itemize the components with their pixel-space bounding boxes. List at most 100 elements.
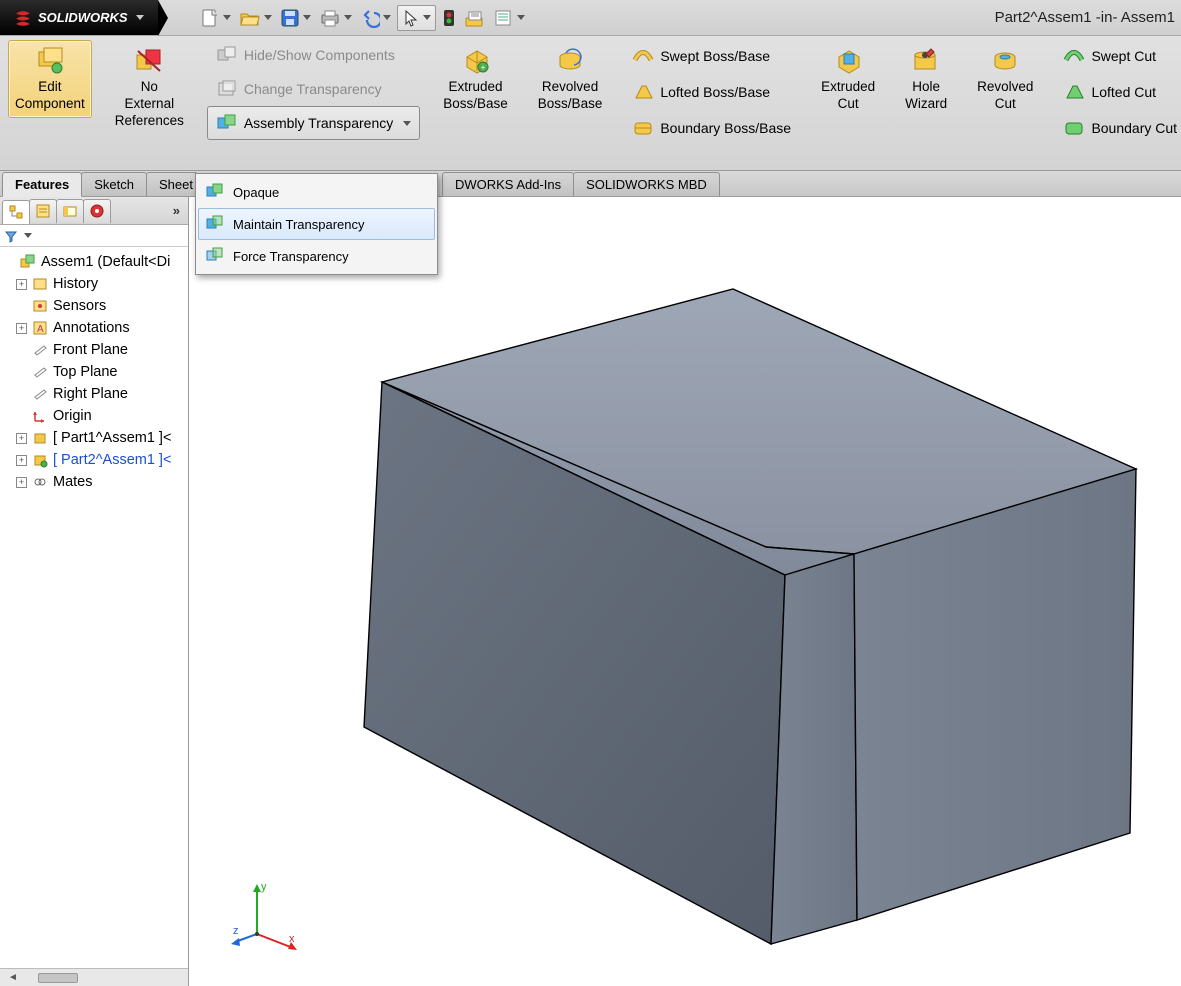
assembly-transparency-menu: Opaque Maintain Transparency Force Trans… [195, 173, 438, 275]
revolved-boss-icon [554, 45, 586, 77]
ribbon-group-boss-extra: Swept Boss/Base Lofted Boss/Base Boundar… [617, 36, 806, 170]
hide-show-icon [216, 44, 238, 66]
swept-boss-button[interactable]: Swept Boss/Base [625, 38, 777, 74]
menu-maintain-label: Maintain Transparency [233, 217, 365, 232]
boundary-cut-button[interactable]: Boundary Cut [1056, 110, 1181, 146]
swept-boss-label: Swept Boss/Base [660, 48, 770, 64]
swept-cut-button[interactable]: Swept Cut [1056, 38, 1163, 74]
tree-annotations[interactable]: + A Annotations [2, 317, 186, 339]
tree-root[interactable]: Assem1 (Default<Di [2, 251, 186, 273]
fm-tab-property[interactable] [29, 199, 57, 223]
annotations-icon: A [31, 319, 49, 337]
no-external-refs-label: No External References [115, 79, 184, 130]
tab-sheet-metal[interactable]: Sheet [146, 172, 198, 196]
svg-text:A: A [37, 324, 44, 335]
tab-features[interactable]: Features [2, 172, 82, 197]
tree-sensors[interactable]: Sensors [2, 295, 186, 317]
select-tool-button[interactable] [397, 5, 436, 31]
print-button[interactable] [317, 6, 354, 30]
revolved-boss-button[interactable]: Revolved Boss/Base [531, 40, 610, 118]
triad-y-label: y [261, 881, 267, 893]
extruded-cut-button[interactable]: Extruded Cut [814, 40, 882, 118]
extruded-boss-button[interactable]: + Extruded Boss/Base [436, 40, 515, 118]
tab-sketch[interactable]: Sketch [81, 172, 147, 196]
assembly-transparency-icon [216, 112, 238, 134]
menu-force-transparency[interactable]: Force Transparency [198, 240, 435, 272]
tree-history[interactable]: + History [2, 273, 186, 295]
change-transparency-button[interactable]: Change Transparency [207, 72, 391, 106]
extruded-cut-icon [832, 45, 864, 77]
maintain-transparency-icon [205, 214, 225, 234]
rebuild-button[interactable] [440, 6, 458, 30]
lofted-boss-button[interactable]: Lofted Boss/Base [625, 74, 777, 110]
model-render [189, 197, 1181, 986]
boundary-cut-label: Boundary Cut [1091, 120, 1177, 136]
tab-mbd[interactable]: SOLIDWORKS MBD [573, 172, 720, 196]
ribbon-group-extruded-cut: Extruded Cut [806, 36, 890, 170]
assembly-transparency-button[interactable]: Assembly Transparency [207, 106, 420, 140]
caret-down-icon [223, 15, 231, 20]
assembly-icon [19, 253, 37, 271]
fm-tabs-more[interactable]: » [165, 203, 188, 218]
hide-show-components-button[interactable]: Hide/Show Components [207, 38, 404, 72]
change-transparency-icon [216, 78, 238, 100]
origin-icon [31, 407, 49, 425]
filter-row [0, 225, 188, 247]
tree-root-label: Assem1 (Default<Di [41, 254, 170, 270]
hole-wizard-button[interactable]: Hole Wizard [898, 40, 954, 118]
swept-cut-label: Swept Cut [1091, 48, 1156, 64]
ribbon-group-extruded-boss: + Extruded Boss/Base [428, 36, 523, 170]
new-file-button[interactable] [198, 6, 233, 30]
graphics-viewport[interactable]: y x z [189, 197, 1181, 986]
options-icon [464, 8, 486, 28]
tree-part1-label: [ Part1^Assem1 ]< [53, 430, 171, 446]
tree-mates[interactable]: + Mates [2, 471, 186, 493]
print-icon [319, 8, 341, 28]
history-icon [31, 275, 49, 293]
tree-annotations-label: Annotations [53, 320, 130, 336]
tree-origin[interactable]: Origin [2, 405, 186, 427]
orientation-triad[interactable]: y x z [229, 876, 309, 956]
tree-top-label: Top Plane [53, 364, 118, 380]
tree-right-label: Right Plane [53, 386, 128, 402]
panel-scrollbar[interactable]: ◄ [0, 968, 188, 986]
traffic-light-icon [442, 8, 456, 28]
tab-addins[interactable]: DWORKS Add-Ins [442, 172, 574, 196]
hole-wizard-label: Hole Wizard [905, 79, 947, 113]
scroll-thumb[interactable] [38, 973, 78, 983]
tree-front-plane[interactable]: Front Plane [2, 339, 186, 361]
save-button[interactable] [278, 6, 313, 30]
lofted-cut-button[interactable]: Lofted Cut [1056, 74, 1163, 110]
fm-tab-display[interactable] [83, 199, 111, 223]
settings-button[interactable] [492, 6, 527, 30]
tree-mates-label: Mates [53, 474, 93, 490]
solidworks-logo-icon [14, 9, 32, 27]
lofted-cut-label: Lofted Cut [1091, 84, 1156, 100]
ribbon-group-revolved-boss: Revolved Boss/Base [523, 36, 618, 170]
boundary-boss-button[interactable]: Boundary Boss/Base [625, 110, 798, 146]
edit-component-label: Edit Component [15, 79, 85, 113]
no-external-refs-button[interactable]: No External References [108, 40, 191, 135]
extruded-boss-label: Extruded Boss/Base [443, 79, 508, 113]
edit-component-button[interactable]: Edit Component [8, 40, 92, 118]
undo-button[interactable] [358, 6, 393, 30]
menu-opaque[interactable]: Opaque [198, 176, 435, 208]
menu-maintain-transparency[interactable]: Maintain Transparency [198, 208, 435, 240]
fm-tab-tree[interactable] [2, 200, 30, 224]
tree-right-plane[interactable]: Right Plane [2, 383, 186, 405]
revolved-cut-label: Revolved Cut [977, 79, 1033, 113]
tree-part2[interactable]: + [ Part2^Assem1 ]< [2, 449, 186, 471]
title-bar: SOLIDWORKS [0, 0, 1181, 36]
open-file-button[interactable] [237, 6, 274, 30]
tree-part1[interactable]: + [ Part1^Assem1 ]< [2, 427, 186, 449]
options-button[interactable] [462, 6, 488, 30]
tree-origin-label: Origin [53, 408, 92, 424]
fm-tab-config[interactable] [56, 199, 84, 223]
ribbon-group-cut-extra: Swept Cut Lofted Cut Boundary Cut [1048, 36, 1181, 170]
caret-down-icon [344, 15, 352, 20]
caret-down-icon [383, 15, 391, 20]
app-logo[interactable]: SOLIDWORKS [0, 0, 158, 35]
tree-top-plane[interactable]: Top Plane [2, 361, 186, 383]
revolved-cut-button[interactable]: Revolved Cut [970, 40, 1040, 118]
feature-tree[interactable]: Assem1 (Default<Di + History Sensors + A… [0, 247, 188, 968]
